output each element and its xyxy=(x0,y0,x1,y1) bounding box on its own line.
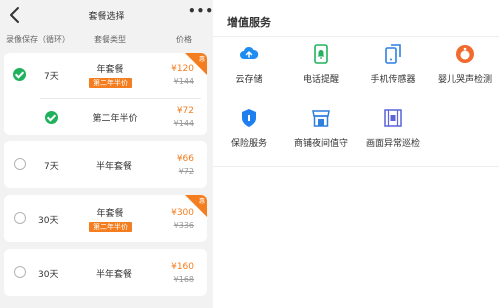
plan-card-7day-halfyear[interactable]: 7天 半年套餐 ¥66 ¥72 xyxy=(4,141,207,188)
divider xyxy=(213,36,499,37)
type-column-header: 套餐类型 xyxy=(94,35,126,44)
discount-badge: 第二年半价 xyxy=(89,222,132,232)
selected-check-icon[interactable] xyxy=(45,111,58,124)
retention-days: 30天 xyxy=(38,270,59,280)
phone-alert-icon xyxy=(314,44,328,64)
service-phone-sensor[interactable]: 手机传感器 xyxy=(357,44,429,88)
plan-name: 第二年半价 xyxy=(92,114,138,124)
retention-days: 7天 xyxy=(44,72,59,82)
original-price: ¥168 xyxy=(173,275,194,284)
retention-days: 30天 xyxy=(38,216,59,226)
baby-cry-icon xyxy=(456,45,474,63)
plan-price: ¥72 xyxy=(176,106,194,116)
price-column-header: 价格 xyxy=(176,35,192,44)
plan-name: 半年套餐 xyxy=(95,162,132,172)
plan-row[interactable]: 第二年半价 ¥72 ¥144 xyxy=(4,99,207,135)
column-headers: 录像保存（循环） 套餐类型 价格 xyxy=(0,34,213,48)
section-title: 增值服务 xyxy=(227,16,271,29)
more-icon[interactable]: ••• xyxy=(188,4,213,18)
retention-days: 7天 xyxy=(44,162,59,172)
service-label: 画面异常巡检 xyxy=(365,139,420,149)
selected-check-icon[interactable] xyxy=(13,68,26,81)
plan-price: ¥160 xyxy=(171,262,194,272)
original-price: ¥144 xyxy=(173,77,194,86)
shop-icon xyxy=(312,110,330,127)
original-price: ¥336 xyxy=(173,221,194,230)
plan-card-30day-halfyear[interactable]: 30天 半年套餐 ¥160 ¥168 xyxy=(4,249,207,296)
original-price: ¥72 xyxy=(178,167,194,176)
service-cloud-storage[interactable]: 云存储 xyxy=(213,44,285,88)
service-label: 手机传感器 xyxy=(370,75,416,85)
service-screen-anomaly-patrol[interactable]: 画面异常巡检 xyxy=(357,108,429,152)
plan-radio[interactable] xyxy=(14,266,26,278)
plan-name: 年套餐 xyxy=(96,65,124,75)
service-label: 云存储 xyxy=(235,75,263,85)
value-added-services-panel: 增值服务 云存储 电话提醒 手机传感器 婴儿哭声检测 保险服务 商铺夜间值守 画… xyxy=(213,0,499,308)
plan-radio[interactable] xyxy=(14,212,26,224)
plan-card-7day-year: 7天 年套餐 第二年半价 ¥120 ¥144 惠 第二年半价 ¥72 ¥144 xyxy=(4,53,207,135)
service-baby-cry-detection[interactable]: 婴儿哭声检测 xyxy=(429,44,499,88)
cloud-upload-icon xyxy=(240,46,259,59)
plan-name: 年套餐 xyxy=(96,209,124,219)
service-label: 保险服务 xyxy=(230,139,267,149)
original-price: ¥144 xyxy=(173,119,194,128)
service-label: 电话提醒 xyxy=(302,75,339,85)
package-panel: 套餐选择 ••• 录像保存（循环） 套餐类型 价格 7天 年套餐 第二年半价 ¥… xyxy=(0,0,213,308)
film-icon xyxy=(384,109,402,127)
phone-sensor-icon xyxy=(385,44,401,64)
discount-badge: 第二年半价 xyxy=(89,78,132,88)
divider xyxy=(213,166,499,167)
shield-icon xyxy=(242,109,256,127)
service-insurance[interactable]: 保险服务 xyxy=(213,108,285,152)
plan-name: 半年套餐 xyxy=(95,270,132,280)
service-phone-alert[interactable]: 电话提醒 xyxy=(285,44,357,88)
promo-corner-label: 惠 xyxy=(198,56,205,63)
top-bar: 套餐选择 ••• xyxy=(0,0,213,30)
storage-column-header: 录像保存（循环） xyxy=(6,35,70,44)
plan-price: ¥66 xyxy=(176,154,194,164)
plan-row[interactable]: 7天 年套餐 第二年半价 ¥120 ¥144 惠 xyxy=(4,53,207,95)
plan-radio[interactable] xyxy=(14,158,26,170)
promo-corner-label: 惠 xyxy=(198,198,205,205)
page-title: 套餐选择 xyxy=(88,12,125,22)
service-label: 婴儿哭声检测 xyxy=(437,75,492,85)
plan-card-30day-year[interactable]: 30天 年套餐 第二年半价 ¥300 ¥336 惠 xyxy=(4,195,207,242)
service-shop-night-watch[interactable]: 商铺夜间值守 xyxy=(285,108,357,152)
service-label: 商铺夜间值守 xyxy=(293,139,348,149)
